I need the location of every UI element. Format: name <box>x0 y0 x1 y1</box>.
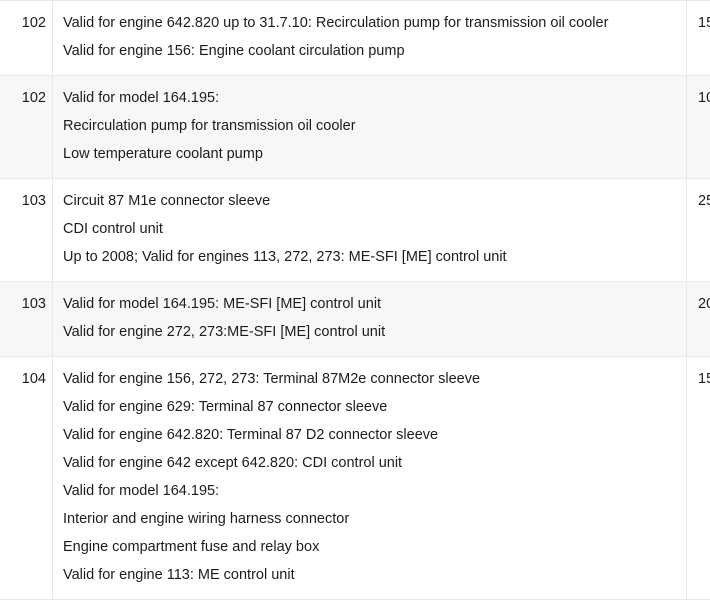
description-line: Recirculation pump for transmission oil … <box>63 118 356 134</box>
description-line: Low temperature coolant pump <box>63 146 263 162</box>
description-line: Valid for engine 156: Engine coolant cir… <box>63 43 405 59</box>
row-description: Valid for engine 156, 272, 273: Terminal… <box>52 356 687 600</box>
table-row: 102 Valid for model 164.195: Recirculation… <box>0 75 710 179</box>
row-description: Circuit 87 M1e connector sleeve CDI contr… <box>52 178 687 282</box>
parts-table-body: 102 Valid for engine 642.820 up to 31.7.1… <box>0 0 710 600</box>
description-line: Valid for model 164.195: <box>63 483 220 499</box>
description-line: Up to 2008; Valid for engines 113, 272, … <box>63 249 507 265</box>
table-row: 102 Valid for engine 642.820 up to 31.7.1… <box>0 0 710 76</box>
description-line: Interior and engine wiring harness conne… <box>63 511 350 527</box>
row-description: Valid for engine 642.820 up to 31.7.10: … <box>52 0 687 76</box>
row-quantity: 15 <box>686 0 710 76</box>
row-quantity: 10 <box>686 75 710 179</box>
row-description: Valid for model 164.195: ME-SFI [ME] con… <box>52 281 687 357</box>
row-description: Valid for model 164.195: Recirculation pu… <box>52 75 687 179</box>
description-line: Valid for engine 272, 273:ME-SFI [ME] co… <box>63 324 386 340</box>
description-line: Valid for engine 156, 272, 273: Terminal… <box>63 371 481 387</box>
table-row: 103 Circuit 87 M1e connector sleeve CDI co… <box>0 178 710 282</box>
row-item-number: 104 <box>0 356 53 600</box>
description-line: Valid for model 164.195: <box>63 90 220 106</box>
description-line: Valid for engine 642 except 642.820: CDI… <box>63 455 403 471</box>
description-line: CDI control unit <box>63 221 163 237</box>
table-row: 104 Valid for engine 156, 272, 273: Termi… <box>0 356 710 600</box>
row-quantity: 15 <box>686 356 710 600</box>
description-line: Valid for engine 113: ME control unit <box>63 567 295 583</box>
description-line: Valid for engine 629: Terminal 87 connec… <box>63 399 388 415</box>
description-line: Engine compartment fuse and relay box <box>63 539 320 555</box>
description-line: Valid for model 164.195: ME-SFI [ME] con… <box>63 296 382 312</box>
row-item-number: 103 <box>0 178 53 282</box>
row-item-number: 102 <box>0 75 53 179</box>
parts-table: 102 Valid for engine 642.820 up to 31.7.1… <box>0 0 710 600</box>
row-quantity: 20 <box>686 281 710 357</box>
description-line: Valid for engine 642.820 up to 31.7.10: … <box>63 15 609 31</box>
description-line: Valid for engine 642.820: Terminal 87 D2… <box>63 427 439 443</box>
row-item-number: 102 <box>0 0 53 76</box>
description-line: Circuit 87 M1e connector sleeve <box>63 193 271 209</box>
row-quantity: 25 <box>686 178 710 282</box>
table-row: 103 Valid for model 164.195: ME-SFI [ME] … <box>0 281 710 357</box>
row-item-number: 103 <box>0 281 53 357</box>
